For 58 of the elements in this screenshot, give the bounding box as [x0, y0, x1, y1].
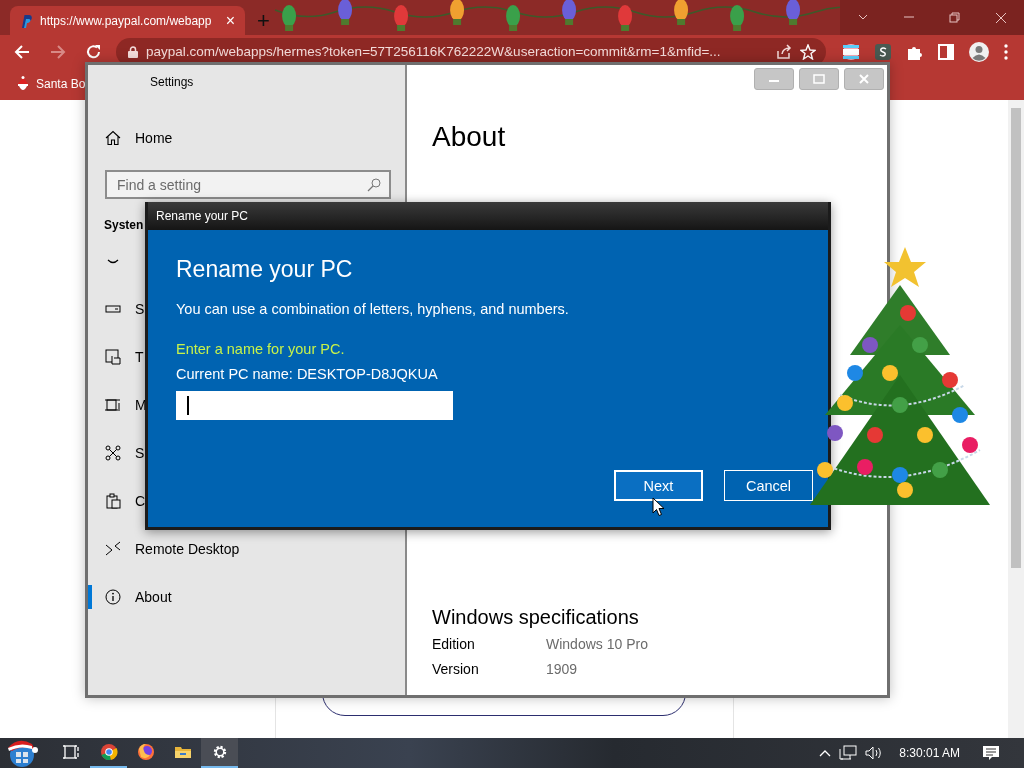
back-arrow-icon[interactable]: [14, 43, 30, 60]
nav-item[interactable]: T: [135, 349, 144, 365]
window-title: Settings: [149, 74, 195, 91]
paypal-logo-icon: [20, 13, 32, 28]
side-panel-icon[interactable]: [938, 43, 954, 60]
spec-label: Edition: [432, 635, 476, 652]
close-icon[interactable]: [995, 11, 1007, 24]
spec-value: Windows 10 Pro: [546, 635, 649, 652]
firefox-icon: [136, 743, 155, 761]
mouse-cursor-icon: [652, 497, 665, 517]
flag-circle-icon[interactable]: [842, 42, 860, 61]
bookmark-link[interactable]: Santa Bo: [36, 77, 86, 91]
info-icon: [105, 589, 121, 605]
section-heading: Windows specifications: [432, 605, 640, 630]
dialog-description: You can use a combination of letters, hyphens, and numbers.: [176, 300, 569, 319]
search-field[interactable]: Find a setting: [105, 170, 391, 199]
search-icon: [367, 178, 381, 192]
home-link[interactable]: Home: [135, 130, 173, 146]
task-view-icon: [62, 743, 81, 761]
santa-icon: [16, 76, 30, 92]
taskbar-app-button[interactable]: [201, 738, 238, 768]
dialog-button[interactable]: Next: [614, 470, 703, 501]
nav-item[interactable]: S: [135, 301, 145, 317]
restore-icon[interactable]: [949, 11, 961, 24]
nav-item[interactable]: About: [135, 589, 172, 605]
profile-avatar-icon[interactable]: [968, 40, 990, 63]
name-prompt: Enter a name for your PC.: [176, 340, 345, 359]
close-tab-button[interactable]: ×: [225, 11, 235, 30]
volume-icon[interactable]: [865, 745, 884, 761]
menu-dots-icon[interactable]: [1004, 43, 1008, 60]
scrollbar[interactable]: [1008, 100, 1024, 738]
home-icon: [105, 130, 121, 146]
chrome-icon: [99, 743, 118, 761]
share-icon[interactable]: [776, 43, 792, 60]
dialog-heading: Rename your PC: [176, 255, 353, 284]
star-icon[interactable]: [800, 43, 816, 60]
nav-item[interactable]: S: [135, 445, 145, 461]
current-name-text: Current PC name: DESKTOP-D8JQKUA: [176, 365, 438, 384]
name-input-field[interactable]: [176, 391, 453, 420]
nav-item[interactable]: Remote Desktop: [135, 541, 240, 557]
clock-text[interactable]: 8:30:01 AM: [899, 746, 960, 760]
spec-label: Version: [432, 660, 480, 677]
nav-item[interactable]: C: [135, 493, 146, 509]
tab-title: https://www.paypal.com/webapp: [40, 13, 213, 28]
dialog-title: Rename your PC: [148, 202, 828, 230]
url-text: paypal.com/webapps/hermes?token=57T256116K762222W&useraction=commit&rm=1&mfid=...: [146, 44, 722, 59]
notification-icon[interactable]: [982, 744, 1000, 762]
reload-icon[interactable]: [86, 43, 102, 60]
page-title: About: [432, 120, 507, 154]
spec-value: 1909: [546, 660, 579, 677]
browser-tab[interactable]: https://www.paypal.com/webapp ×: [10, 6, 245, 35]
network-icon[interactable]: [839, 745, 858, 761]
extension-s-icon[interactable]: [874, 42, 892, 61]
lock-icon: [128, 45, 138, 58]
text-caret-icon: [187, 396, 189, 415]
chevron-up-icon[interactable]: [819, 749, 832, 757]
dialog-button[interactable]: Cancel: [724, 470, 813, 501]
section-heading: Systen: [104, 217, 144, 234]
